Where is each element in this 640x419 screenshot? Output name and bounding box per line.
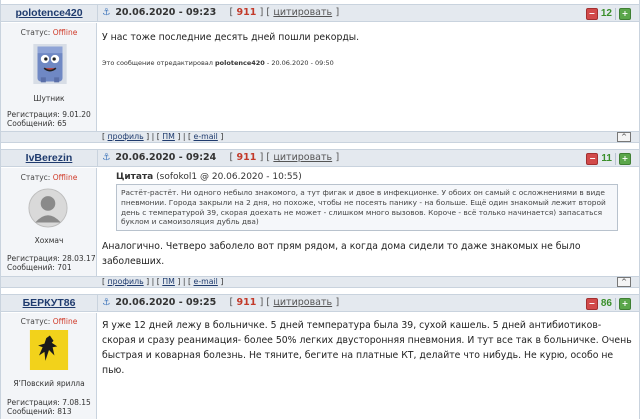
divider (97, 150, 98, 166)
quote-block: Растёт-растёт. Ни одного небыло знакомог… (116, 184, 618, 232)
quote-source: (sofokol1 @ 20.06.2020 - 10:55) (156, 172, 302, 182)
message-count: Сообщений: 813 (7, 407, 72, 416)
rating-value: 12 (600, 8, 612, 19)
footer-links: [ профиль ] | [ ПМ ] | [ e-mail ] (102, 277, 224, 286)
post-meta: ⚓ 20.06.2020 - 09:24 [ 911 ] [ цитироват… (102, 152, 340, 163)
post-datetime: 20.06.2020 - 09:24 (115, 152, 217, 163)
post-datetime: 20.06.2020 - 09:23 (115, 7, 217, 18)
rating-value: 86 (600, 298, 612, 309)
quote-link[interactable]: цитировать (273, 297, 332, 308)
user-stats: Регистрация: 28.03.17 Сообщений: 701 (7, 254, 96, 272)
post-body: У нас тоже последние десять дней пошли р… (102, 30, 632, 67)
username-link[interactable]: IvBerezin (1, 152, 97, 164)
rating-widget: − 86 + (585, 297, 631, 310)
email-link[interactable]: e-mail (194, 132, 218, 141)
user-status: Статус: Offline (20, 173, 78, 182)
divider (97, 5, 98, 21)
divider (615, 297, 616, 310)
email-link[interactable]: e-mail (194, 277, 218, 286)
post-number-link[interactable]: 911 (236, 297, 256, 308)
edit-user: polotence420 (215, 59, 265, 67)
anchor-icon[interactable]: ⚓ (102, 7, 112, 18)
post-meta: ⚓ 20.06.2020 - 09:25 [ 911 ] [ цитироват… (102, 297, 340, 308)
rate-down-icon[interactable]: − (586, 152, 599, 165)
message-count: Сообщений: 65 (7, 119, 67, 128)
user-sidebar: Статус: Offline Я’Повский ярилла Регистр… (1, 313, 97, 419)
quote-link[interactable]: цитировать (273, 7, 332, 18)
profile-link[interactable]: профиль (108, 277, 144, 286)
anchor-icon[interactable]: ⚓ (102, 152, 112, 163)
post-footer: [ профиль ] | [ ПМ ] | [ e-mail ] ^ (1, 131, 639, 143)
message-count: Сообщений: 701 (7, 263, 72, 272)
forum-thread: polotence420 ⚓ 20.06.2020 - 09:23 [ 911 … (0, 0, 640, 419)
avatar-caption: Я’Повский ярилла (13, 379, 85, 388)
user-sidebar: Статус: Offline Шутник Регистрация: 9.01… (1, 23, 97, 132)
post-body: Цитата (sofokol1 @ 20.06.2020 - 10:55) Р… (102, 172, 632, 269)
post-number-link[interactable]: 911 (236, 7, 256, 18)
rate-up-icon[interactable]: + (619, 297, 631, 310)
post-number-link[interactable]: 911 (236, 152, 256, 163)
scroll-top-button[interactable]: ^ (617, 132, 631, 142)
post-footer: [ профиль ] | [ ПМ ] | [ e-mail ] ^ (1, 276, 639, 288)
user-status: Статус: Offline (20, 28, 78, 37)
post-text: У нас тоже последние десять дней пошли р… (102, 32, 360, 43)
post-meta: ⚓ 20.06.2020 - 09:23 [ 911 ] [ цитироват… (102, 7, 340, 18)
avatar-eagle-icon (29, 330, 69, 370)
rate-up-icon[interactable]: + (619, 7, 631, 20)
post-datetime: 20.06.2020 - 09:25 (115, 297, 217, 308)
anchor-icon[interactable]: ⚓ (102, 297, 112, 308)
rating-value: 11 (601, 153, 612, 164)
profile-link[interactable]: профиль (108, 132, 144, 141)
user-sidebar: Статус: Offline Хохмач Регистрация: 28.0… (1, 168, 97, 276)
rating-widget: − 11 + (586, 152, 631, 165)
post-text: Аналогично. Четверо заболело вот прям ря… (102, 241, 581, 268)
username-link[interactable]: БЕРКУТ86 (1, 297, 97, 309)
pm-link[interactable]: ПМ (162, 277, 175, 286)
footer-links: [ профиль ] | [ ПМ ] | [ e-mail ] (102, 132, 224, 141)
edit-note: Это сообщение отредактировал polotence42… (102, 59, 334, 67)
default-avatar-icon (28, 188, 68, 228)
quote-link[interactable]: цитировать (273, 152, 332, 163)
quote-header: Цитата (sofokol1 @ 20.06.2020 - 10:55) (116, 172, 632, 182)
post-header: БЕРКУТ86 ⚓ 20.06.2020 - 09:25 [ 911 ] [ … (1, 294, 639, 312)
divider (615, 152, 616, 165)
post-header: polotence420 ⚓ 20.06.2020 - 09:23 [ 911 … (1, 4, 639, 22)
registration-date: Регистрация: 7.08.15 (7, 398, 91, 407)
username-link[interactable]: polotence420 (1, 7, 97, 19)
post-body: Я уже 12 дней лежу в больничке. 5 дней т… (102, 318, 632, 378)
scroll-top-button[interactable]: ^ (617, 277, 631, 287)
user-status: Статус: Offline (20, 317, 78, 326)
registration-date: Регистрация: 28.03.17 (7, 254, 96, 263)
quote-title: Цитата (116, 172, 154, 182)
divider (615, 7, 616, 20)
avatar-caption: Хохмач (34, 236, 64, 245)
rate-up-icon[interactable]: + (619, 152, 631, 165)
post-header: IvBerezin ⚓ 20.06.2020 - 09:24 [ 911 ] [… (1, 149, 639, 167)
avatar-caption: Шутник (33, 94, 65, 103)
registration-date: Регистрация: 9.01.20 (7, 110, 91, 119)
rate-down-icon[interactable]: − (585, 7, 598, 20)
post-text: Я уже 12 дней лежу в больничке. 5 дней т… (102, 320, 632, 376)
rating-widget: − 12 + (585, 7, 631, 20)
user-stats: Регистрация: 7.08.15 Сообщений: 813 (7, 398, 91, 416)
user-stats: Регистрация: 9.01.20 Сообщений: 65 (7, 110, 91, 128)
rate-down-icon[interactable]: − (585, 297, 598, 310)
avatar-towel-icon (33, 44, 67, 84)
divider (97, 295, 98, 311)
pm-link[interactable]: ПМ (162, 132, 175, 141)
